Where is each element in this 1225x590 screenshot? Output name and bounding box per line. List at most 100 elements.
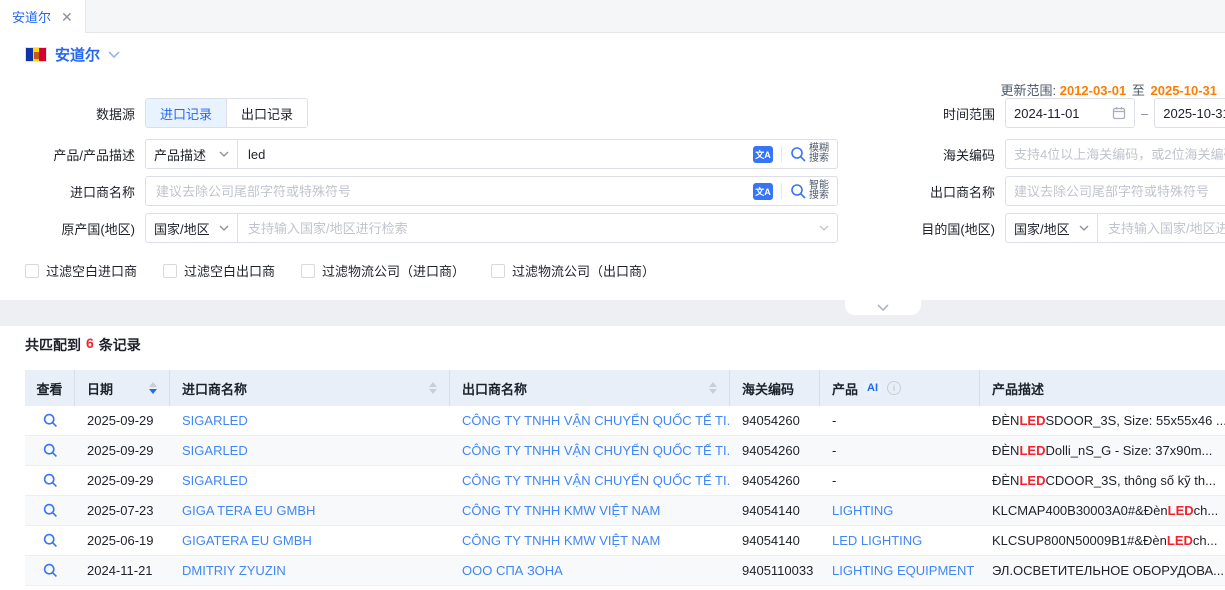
- magnifier-icon: [43, 563, 58, 578]
- view-record-button[interactable]: [39, 500, 61, 522]
- results-table: 查看 日期 进口商名称 出口商名称 海关编码 产品: [25, 370, 1225, 586]
- importer-row: 进口商名称 文A 智能搜索: [25, 176, 838, 206]
- checkbox-label: 过滤物流公司（进口商）: [322, 261, 465, 280]
- view-record-button[interactable]: [39, 530, 61, 552]
- col-hs-code: 海关编码: [730, 370, 820, 406]
- view-record-button[interactable]: [39, 410, 61, 432]
- origin-country-group: 国家/地区: [145, 213, 838, 243]
- cell-importer-link[interactable]: DMITRIY ZYUZIN: [170, 556, 450, 585]
- destination-country-row: 目的国(地区) 国家/地区: [880, 213, 1225, 243]
- fuzzy-search-button[interactable]: 模糊搜索: [790, 144, 829, 164]
- table-body: 2025-09-29 SIGARLED CÔNG TY TNHH VẬN CHU…: [25, 406, 1225, 586]
- cell-view: [25, 526, 75, 555]
- summary-prefix: 共匹配到: [25, 335, 81, 355]
- view-record-button[interactable]: [39, 560, 61, 582]
- smart-search-label: 智能搜索: [809, 181, 829, 201]
- date-from-value[interactable]: [1014, 106, 1106, 121]
- checkbox-icon[interactable]: [163, 264, 177, 278]
- translate-icon[interactable]: 文A: [753, 183, 773, 200]
- date-to-input[interactable]: [1154, 98, 1225, 128]
- table-header: 查看 日期 进口商名称 出口商名称 海关编码 产品: [25, 370, 1225, 406]
- cell-date: 2025-09-29: [75, 466, 170, 495]
- checkbox-icon[interactable]: [491, 264, 505, 278]
- date-to-value[interactable]: [1163, 106, 1225, 121]
- cell-date: 2025-07-23: [75, 496, 170, 525]
- cell-importer-link[interactable]: SIGARLED: [170, 436, 450, 465]
- magnifier-icon: [43, 413, 58, 428]
- cell-hs-code: 94054140: [730, 526, 820, 555]
- cell-exporter-link[interactable]: CÔNG TY TNHH KMW VIỆT NAM: [450, 496, 730, 525]
- view-record-button[interactable]: [39, 440, 61, 462]
- results-count: 6: [86, 335, 94, 355]
- cell-importer-link[interactable]: SIGARLED: [170, 466, 450, 495]
- filter-logistics-exporter[interactable]: 过滤物流公司（出口商）: [491, 261, 655, 280]
- cell-product[interactable]: LED LIGHTING: [820, 526, 980, 555]
- update-range: 更新范围: 2012-03-01 至 2025-10-31: [1000, 80, 1217, 99]
- cell-product[interactable]: LIGHTING EQUIPMENT: [820, 556, 980, 585]
- cell-importer-link[interactable]: GIGA TERA EU GMBH: [170, 496, 450, 525]
- magnifier-icon: [43, 443, 58, 458]
- cell-importer-link[interactable]: SIGARLED: [170, 406, 450, 435]
- filter-blank-importer[interactable]: 过滤空白进口商: [25, 261, 137, 280]
- cell-exporter-link[interactable]: ООО СПА ЗОНА: [450, 556, 730, 585]
- cell-exporter-link[interactable]: CÔNG TY TNHH VẬN CHUYỂN QUỐC TẾ TI...: [450, 436, 730, 465]
- cell-product: -: [820, 406, 980, 435]
- destination-country-group: 国家/地区: [1005, 213, 1225, 243]
- cell-exporter-link[interactable]: CÔNG TY TNHH VẬN CHUYỂN QUỐC TẾ TI...: [450, 406, 730, 435]
- cell-product[interactable]: LIGHTING: [820, 496, 980, 525]
- translate-icon[interactable]: 文A: [753, 146, 773, 163]
- filter-blank-exporter[interactable]: 过滤空白出口商: [163, 261, 275, 280]
- cell-importer-link[interactable]: GIGATERA EU GMBH: [170, 526, 450, 555]
- info-icon[interactable]: i: [887, 381, 901, 395]
- checkbox-label: 过滤物流公司（出口商）: [512, 261, 655, 280]
- divider: [781, 183, 782, 199]
- tab-andorra[interactable]: 安道尔 ✕: [0, 0, 86, 33]
- table-row: 2024-11-21 DMITRIY ZYUZIN ООО СПА ЗОНА 9…: [25, 556, 1225, 586]
- cell-exporter-link[interactable]: CÔNG TY TNHH KMW VIỆT NAM: [450, 526, 730, 555]
- exporter-input[interactable]: [1014, 184, 1225, 199]
- divider: [781, 146, 782, 162]
- country-header[interactable]: 安道尔: [25, 44, 120, 65]
- col-date[interactable]: 日期: [75, 370, 170, 406]
- hs-code-input[interactable]: [1014, 147, 1225, 162]
- tab-import-records[interactable]: 进口记录: [146, 99, 226, 127]
- close-icon[interactable]: ✕: [61, 10, 73, 24]
- product-keyword-input[interactable]: [238, 140, 753, 168]
- checkbox-icon[interactable]: [25, 264, 39, 278]
- col-exporter[interactable]: 出口商名称: [450, 370, 730, 406]
- hs-code-input-box[interactable]: [1005, 139, 1225, 169]
- product-type-select[interactable]: 产品描述: [146, 140, 238, 168]
- col-importer[interactable]: 进口商名称: [170, 370, 450, 406]
- cell-exporter-link[interactable]: CÔNG TY TNHH VẬN CHUYỂN QUỐC TẾ TI...: [450, 466, 730, 495]
- cell-view: [25, 496, 75, 525]
- smart-search-button[interactable]: 智能搜索: [790, 181, 829, 201]
- update-range-from: 2012-03-01: [1060, 83, 1127, 98]
- collapse-panel-button[interactable]: [845, 300, 921, 315]
- exporter-input-box[interactable]: [1005, 176, 1225, 206]
- data-source-label: 数据源: [25, 104, 135, 123]
- origin-type-select[interactable]: 国家/地区: [146, 214, 238, 242]
- tab-export-records[interactable]: 出口记录: [226, 99, 307, 127]
- sort-icon-exporter[interactable]: [709, 382, 717, 394]
- cell-description: ĐÈN LED SDOOR_3S, Size: 55x55x46 ...: [980, 406, 1225, 435]
- cell-hs-code: 9405110033: [730, 556, 820, 585]
- country-name: 安道尔: [55, 44, 100, 65]
- product-label: 产品/产品描述: [25, 145, 135, 164]
- calendar-icon: [1112, 106, 1126, 120]
- importer-input[interactable]: [146, 177, 753, 205]
- view-record-button[interactable]: [39, 470, 61, 492]
- destination-type-select[interactable]: 国家/地区: [1006, 214, 1098, 242]
- cell-view: [25, 406, 75, 435]
- search-icon: [790, 183, 807, 200]
- chevron-down-icon[interactable]: [819, 225, 829, 231]
- origin-country-input[interactable]: [238, 214, 819, 242]
- sort-icon-importer[interactable]: [429, 382, 437, 394]
- filter-logistics-importer[interactable]: 过滤物流公司（进口商）: [301, 261, 465, 280]
- destination-country-input[interactable]: [1098, 214, 1225, 242]
- sort-icon-date[interactable]: [149, 382, 157, 394]
- checkbox-icon[interactable]: [301, 264, 315, 278]
- origin-country-row: 原产国(地区) 国家/地区: [25, 213, 838, 243]
- tab-bar: 安道尔 ✕: [0, 0, 1225, 33]
- date-from-input[interactable]: [1005, 98, 1135, 128]
- cell-description: KLCSUP800N50009B1#&Đèn LED ch...: [980, 526, 1225, 555]
